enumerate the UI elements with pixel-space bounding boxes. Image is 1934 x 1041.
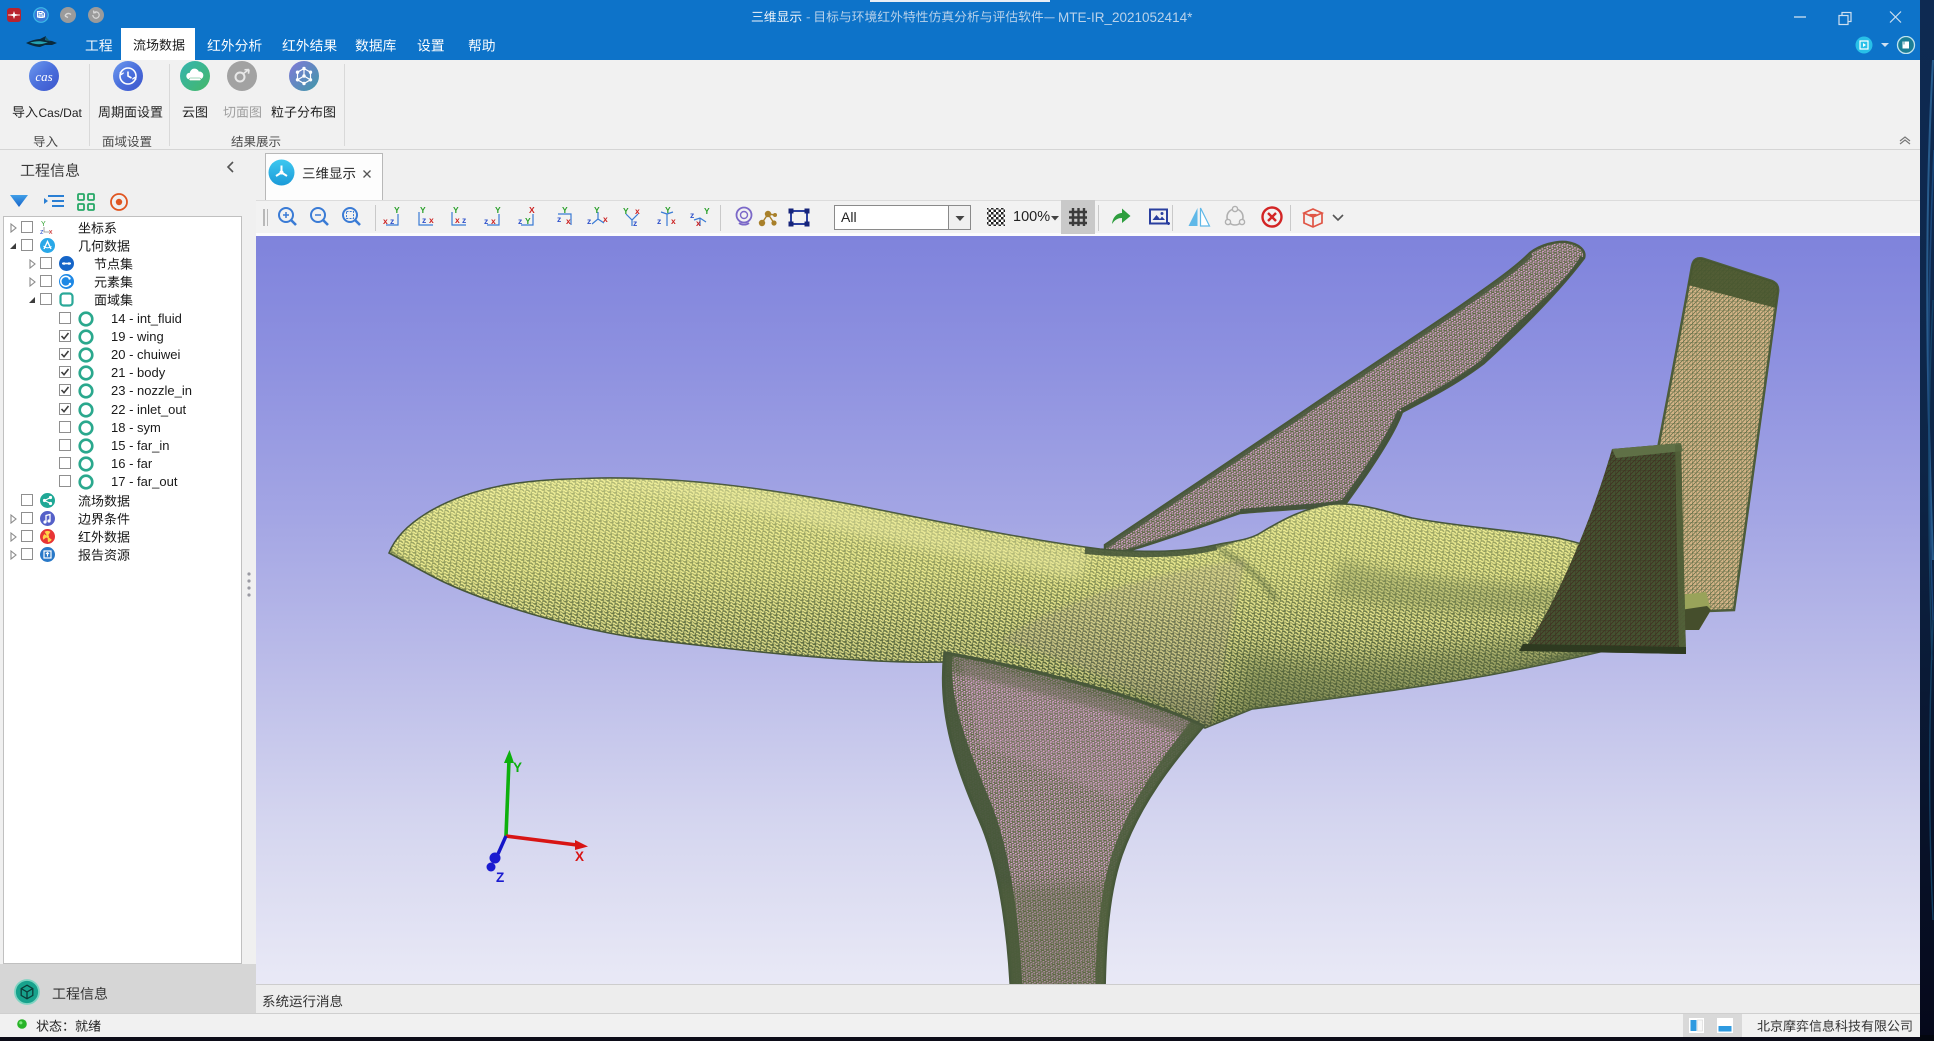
svg-text:x: x <box>566 216 571 226</box>
svg-text:z: z <box>422 215 426 225</box>
svg-text:Y: Y <box>594 206 600 215</box>
svg-text:x: x <box>491 216 496 226</box>
svg-text:x: x <box>671 216 676 226</box>
svg-text:Y: Y <box>513 760 522 775</box>
svg-text:x: x <box>696 218 701 228</box>
svg-text:z: z <box>557 214 561 224</box>
svg-text:x: x <box>429 215 434 225</box>
svg-text:z: z <box>462 215 466 225</box>
svg-text:Y: Y <box>562 206 568 215</box>
svg-text:z: z <box>390 216 394 226</box>
svg-text:Y: Y <box>665 206 671 215</box>
svg-text:cas: cas <box>35 69 52 84</box>
svg-text:z: z <box>40 229 44 235</box>
svg-text:Y: Y <box>420 206 426 215</box>
svg-text:z: z <box>690 210 694 220</box>
svg-text:z: z <box>587 216 591 226</box>
svg-text:z: z <box>633 218 637 228</box>
svg-text:x: x <box>455 215 460 225</box>
svg-text:Y: Y <box>623 206 629 216</box>
svg-text:Y: Y <box>704 206 710 216</box>
svg-text:z: z <box>657 216 661 226</box>
svg-text:x: x <box>49 229 53 235</box>
svg-text:X: X <box>575 849 584 864</box>
svg-text:Y: Y <box>453 206 459 215</box>
svg-text:Y: Y <box>525 216 531 226</box>
svg-text:Y: Y <box>394 206 400 215</box>
svg-text:x: x <box>383 216 388 226</box>
svg-text:X: X <box>529 206 535 215</box>
svg-text:z: z <box>518 216 522 226</box>
svg-text:Y: Y <box>495 206 501 215</box>
svg-text:x: x <box>635 206 640 216</box>
svg-text:x: x <box>603 214 608 224</box>
svg-text:z: z <box>484 216 488 226</box>
svg-text:Y: Y <box>41 221 46 228</box>
svg-text:Z: Z <box>496 870 504 885</box>
